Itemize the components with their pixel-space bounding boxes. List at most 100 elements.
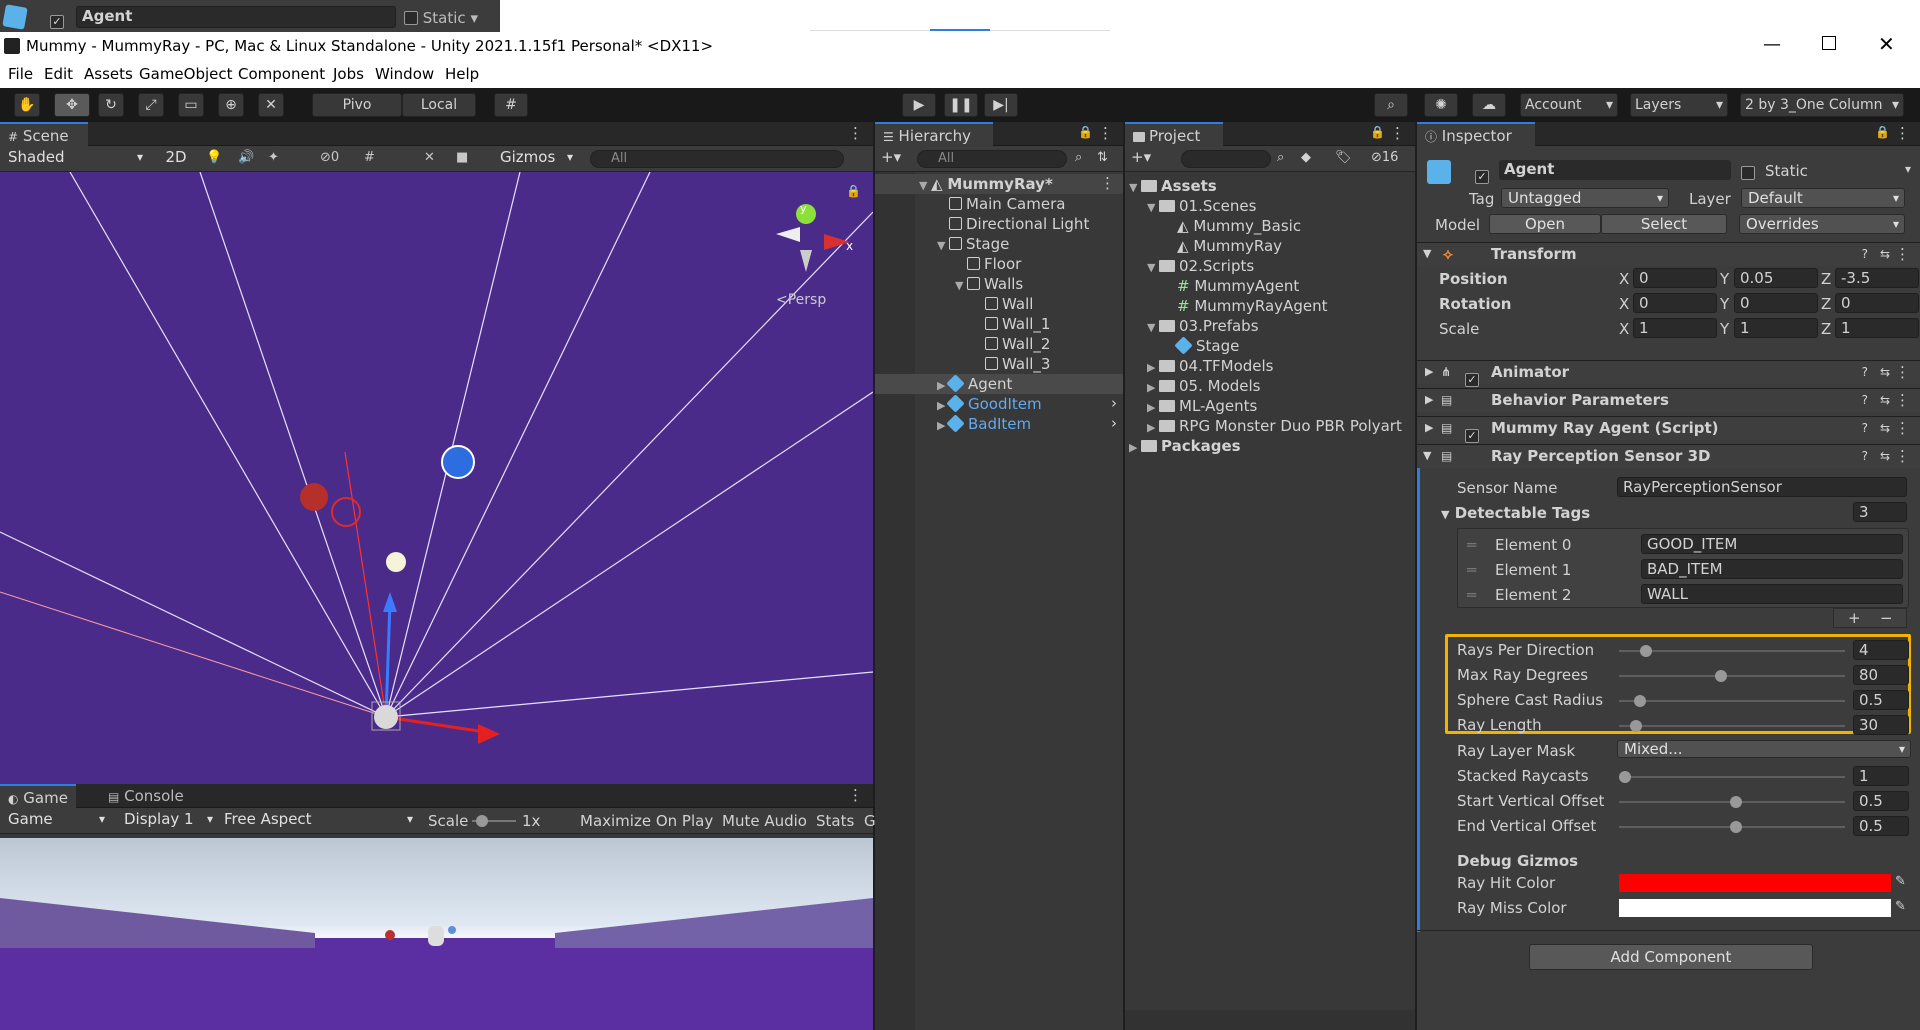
display-dropdown[interactable]: Display 1 <box>118 810 218 830</box>
grid-snap-icon[interactable]: # <box>494 93 528 117</box>
scene-search-input[interactable]: All <box>590 150 844 168</box>
chevron-down-icon[interactable]: ▼ <box>1129 178 1141 198</box>
minimize-icon[interactable]: — <box>1763 34 1781 55</box>
lock-icon[interactable]: 🔒 <box>1078 125 1093 139</box>
close-icon[interactable]: ✕ <box>1878 32 1895 56</box>
chevron-right-icon[interactable]: ▶ <box>937 396 949 416</box>
search-icon[interactable]: ⌕ <box>1374 93 1408 117</box>
drag-handle-icon[interactable]: ═ <box>1467 561 1476 579</box>
hierarchy-item[interactable]: ▼ Stage <box>937 234 1009 254</box>
slider-value-field[interactable]: 1 <box>1853 766 1909 786</box>
menu-jobs[interactable]: Jobs <box>333 65 364 83</box>
preset-icon[interactable]: ⇆ <box>1880 389 1890 411</box>
help-icon[interactable]: ? <box>1862 389 1868 411</box>
slider-track[interactable] <box>1619 821 1845 833</box>
menu-gameobject[interactable]: GameObject <box>139 65 233 83</box>
chevron-down-icon[interactable]: ▼ <box>955 276 967 296</box>
tag-element-field[interactable]: BAD_ITEM <box>1641 559 1903 579</box>
ray-hit-color-swatch[interactable] <box>1619 874 1891 892</box>
project-item[interactable]: ▶ 04.TFModels <box>1147 356 1274 376</box>
hierarchy-item[interactable]: ▶ GoodItem <box>937 394 1042 414</box>
scale-z-field[interactable]: 1 <box>1835 318 1919 338</box>
slider-value-field[interactable]: 4 <box>1853 640 1909 660</box>
rotation-z-field[interactable]: 0 <box>1835 293 1919 313</box>
tab-game[interactable]: ◐ Game <box>0 784 76 808</box>
game-mode-dropdown[interactable]: Game <box>2 810 110 830</box>
gizmos-toggle[interactable]: G <box>864 812 876 830</box>
mute-audio-toggle[interactable]: Mute Audio <box>722 812 807 830</box>
hierarchy-item[interactable]: Wall <box>973 294 1033 314</box>
slider-knob[interactable] <box>1730 821 1743 833</box>
position-z-field[interactable]: -3.5 <box>1835 268 1919 288</box>
scale-slider-knob[interactable] <box>476 815 488 827</box>
chevron-down-icon[interactable]: ▼ <box>937 236 949 256</box>
slider-knob[interactable] <box>1629 720 1642 732</box>
menu-assets[interactable]: Assets <box>84 65 133 83</box>
slider-track[interactable] <box>1619 695 1845 707</box>
gizmos-dropdown[interactable]: Gizmos <box>494 148 578 168</box>
layer-dropdown[interactable]: Default <box>1741 188 1905 208</box>
collab-icon[interactable]: ✺ <box>1424 93 1458 117</box>
game-viewport[interactable] <box>0 838 873 1030</box>
drag-handle-icon[interactable]: ═ <box>1467 586 1476 604</box>
chevron-down-icon[interactable]: ▾ <box>470 9 478 27</box>
project-item[interactable]: ▶ 05. Models <box>1147 376 1260 396</box>
rotation-x-field[interactable]: 0 <box>1633 293 1717 313</box>
rotation-y-field[interactable]: 0 <box>1734 293 1818 313</box>
move-tool-icon[interactable]: ✥ <box>54 93 90 117</box>
animator-header[interactable]: ▶ ⋔ ✓ Animator ? ⇆ ⋮ <box>1417 360 1920 387</box>
chevron-down-icon[interactable]: ▼ <box>919 176 931 196</box>
preset-icon[interactable]: ⇆ <box>1880 445 1890 467</box>
2d-toggle[interactable]: 2D <box>160 148 192 168</box>
chevron-down-icon[interactable]: ▾ <box>1905 162 1911 176</box>
drag-handle-icon[interactable]: ═ <box>1467 536 1476 554</box>
camera-icon[interactable]: ■ <box>456 150 468 165</box>
slider-track[interactable] <box>1619 771 1845 783</box>
sort-icon[interactable]: ⇅ <box>1097 150 1108 165</box>
active-checkbox[interactable]: ✓ <box>1475 170 1489 184</box>
tab-scene[interactable]: # Scene <box>0 122 88 146</box>
rect-tool-icon[interactable]: ▭ <box>178 93 204 117</box>
cloud-icon[interactable]: ☁ <box>1472 93 1506 117</box>
tag-element-field[interactable]: WALL <box>1641 584 1903 604</box>
label-icon[interactable]: 🏷 <box>1335 150 1352 165</box>
play-icon[interactable]: ▶ <box>902 93 936 117</box>
position-x-field[interactable]: 0 <box>1633 268 1717 288</box>
maximize-on-play-toggle[interactable]: Maximize On Play <box>580 812 713 830</box>
preset-icon[interactable]: ⇆ <box>1880 361 1890 383</box>
local-button[interactable]: Local <box>402 93 476 117</box>
hierarchy-item[interactable]: Floor <box>955 254 1021 274</box>
project-item[interactable]: ◭ MummyRay <box>1165 236 1282 256</box>
add-icon[interactable]: +▾ <box>881 148 901 166</box>
menu-window[interactable]: Window <box>375 65 434 83</box>
chevron-right-icon[interactable]: ▶ <box>1129 438 1141 458</box>
kebab-menu-icon[interactable]: ⋮ <box>1100 174 1115 192</box>
static-checkbox[interactable] <box>404 11 418 25</box>
audio-icon[interactable]: 🔊 <box>238 150 254 165</box>
gizmo-y-label[interactable]: y <box>800 202 807 215</box>
chevron-right-icon[interactable]: › <box>1111 394 1117 412</box>
project-item[interactable]: ▼ 03.Prefabs <box>1147 316 1259 336</box>
menu-file[interactable]: File <box>8 65 33 83</box>
chevron-down-icon[interactable]: ▼ <box>1147 318 1159 338</box>
restore-icon[interactable] <box>1822 36 1836 50</box>
open-button[interactable]: Open <box>1489 214 1601 234</box>
slider-value-field[interactable]: 80 <box>1853 665 1909 685</box>
kebab-menu-icon[interactable]: ⋮ <box>1895 361 1910 383</box>
scale-x-field[interactable]: 1 <box>1633 318 1717 338</box>
hierarchy-item[interactable]: ▼ ◭ MummyRay* <box>919 174 1053 194</box>
hierarchy-item[interactable]: ▶ BadItem <box>937 414 1031 434</box>
lock-icon[interactable]: 🔒 <box>846 184 861 198</box>
hierarchy-search-input[interactable]: All <box>917 150 1067 168</box>
grid-icon[interactable]: # <box>364 150 375 165</box>
slider-value-field[interactable]: 0.5 <box>1853 791 1909 811</box>
slider-track[interactable] <box>1619 670 1845 682</box>
eyedropper-icon[interactable]: ✎ <box>1895 874 1906 889</box>
slider-value-field[interactable]: 30 <box>1853 715 1909 735</box>
help-icon[interactable]: ? <box>1862 445 1868 467</box>
aspect-dropdown[interactable]: Free Aspect <box>218 810 418 830</box>
layers-dropdown[interactable]: Layers ▾ <box>1630 93 1728 117</box>
preset-icon[interactable]: ⇆ <box>1880 243 1890 265</box>
hierarchy-item[interactable]: Main Camera <box>937 194 1065 214</box>
chevron-right-icon[interactable]: ▶ <box>1147 358 1159 378</box>
